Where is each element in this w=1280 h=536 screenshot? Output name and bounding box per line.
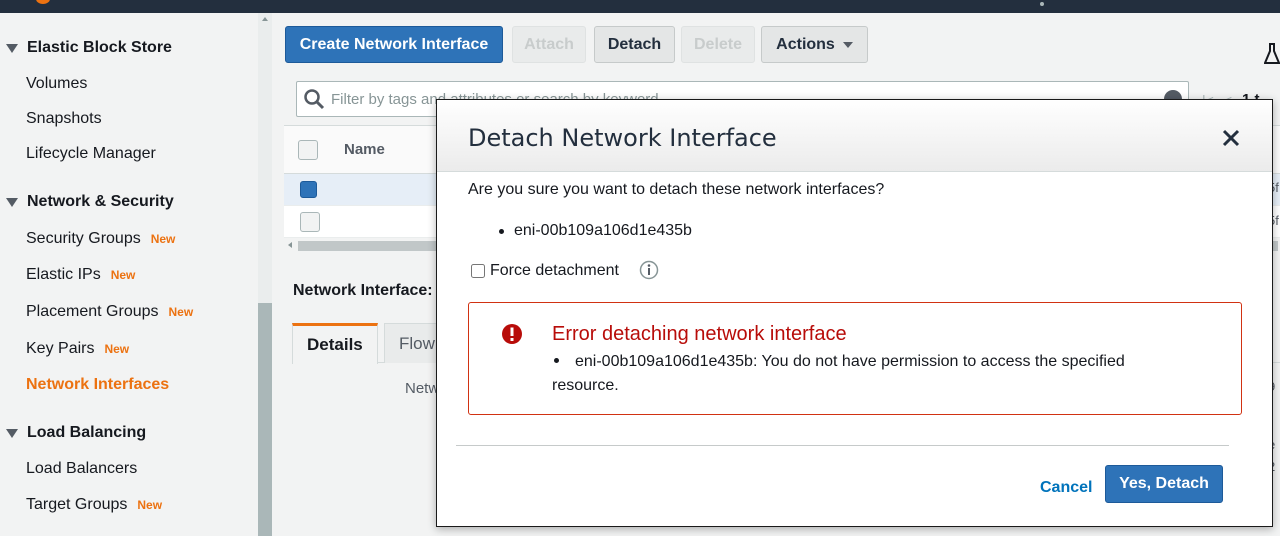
caret-down-icon — [6, 428, 18, 438]
row-checkbox[interactable] — [300, 181, 317, 198]
bullet-icon — [554, 357, 559, 363]
force-detachment-checkbox[interactable] — [471, 264, 485, 278]
dialog-title: Detach Network Interface — [468, 124, 777, 152]
sidebar-item-lifecycle-manager[interactable]: Lifecycle Manager — [26, 145, 156, 163]
dialog-header: Detach Network Interface — [437, 100, 1272, 172]
sidebar-item-elastic-ips[interactable]: Elastic IPs New — [26, 266, 135, 284]
sidebar-item-target-groups[interactable]: Target Groups New — [26, 496, 162, 514]
bullet-icon — [499, 228, 504, 234]
detach-button[interactable]: Detach — [594, 26, 675, 63]
interface-id: eni-00b109a106d1e435b — [514, 222, 692, 239]
force-detachment-option[interactable]: Force detachment — [471, 262, 619, 280]
sidebar-section-network-security[interactable]: Network & Security — [6, 193, 174, 211]
new-badge: New — [137, 498, 163, 512]
yes-detach-button[interactable]: Yes, Detach — [1105, 465, 1223, 503]
cancel-button[interactable]: Cancel — [1040, 479, 1092, 497]
list-item: eni-00b109a106d1e435b — [499, 222, 692, 240]
search-icon — [304, 89, 325, 110]
caret-down-icon — [6, 43, 18, 53]
new-badge: New — [110, 268, 136, 282]
sidebar-section-ebs[interactable]: Elastic Block Store — [6, 39, 172, 57]
chevron-down-icon — [842, 41, 853, 48]
scroll-up-icon[interactable] — [262, 17, 268, 21]
nav-indicator-icon — [1040, 2, 1044, 6]
sidebar-item-placement-groups[interactable]: Placement Groups New — [26, 303, 193, 321]
error-message: eni-00b109a106d1e435b: You do not have p… — [552, 353, 1125, 394]
error-icon — [502, 324, 522, 344]
sidebar-section-load-balancing[interactable]: Load Balancing — [6, 424, 146, 442]
sidebar-item-key-pairs[interactable]: Key Pairs New — [26, 340, 129, 358]
sidebar-scrollbar[interactable] — [258, 13, 272, 536]
new-badge: New — [150, 232, 176, 246]
aws-logo-icon[interactable] — [36, 0, 50, 4]
tab-details[interactable]: Details — [292, 323, 378, 364]
dialog-divider — [456, 445, 1229, 446]
row-checkbox[interactable] — [300, 212, 320, 232]
attach-button[interactable]: Attach — [512, 26, 586, 63]
caret-down-icon — [6, 197, 18, 207]
new-badge: New — [104, 342, 130, 356]
error-title: Error detaching network interface — [552, 323, 847, 345]
error-alert: Error detaching network interface eni-00… — [468, 302, 1242, 415]
top-nav-bar — [0, 0, 1280, 13]
select-all-checkbox[interactable] — [298, 140, 318, 160]
column-header-name[interactable]: Name — [344, 141, 385, 158]
detail-field-label: Netw — [405, 380, 440, 397]
sidebar-item-volumes[interactable]: Volumes — [26, 75, 87, 93]
detach-network-interface-dialog: Detach Network Interface Are you sure yo… — [436, 99, 1273, 527]
details-title: Network Interface: — [293, 282, 433, 299]
create-network-interface-button[interactable]: Create Network Interface — [285, 26, 503, 63]
flask-icon[interactable] — [1264, 43, 1280, 65]
sidebar: Elastic Block Store Volumes Snapshots Li… — [0, 13, 258, 536]
sidebar-item-load-balancers[interactable]: Load Balancers — [26, 460, 137, 478]
actions-dropdown[interactable]: Actions — [761, 26, 868, 63]
delete-button[interactable]: Delete — [681, 26, 755, 63]
close-icon[interactable] — [1222, 129, 1240, 147]
sidebar-item-network-interfaces[interactable]: Network Interfaces — [26, 376, 169, 394]
sidebar-item-snapshots[interactable]: Snapshots — [26, 110, 102, 128]
scroll-left-icon[interactable] — [288, 242, 292, 248]
scrollbar-thumb[interactable] — [258, 303, 272, 536]
confirmation-question: Are you sure you want to detach these ne… — [468, 181, 885, 198]
new-badge: New — [168, 305, 194, 319]
info-icon[interactable] — [639, 260, 659, 280]
force-detachment-label: Force detachment — [490, 262, 619, 279]
sidebar-item-security-groups[interactable]: Security Groups New — [26, 230, 175, 248]
